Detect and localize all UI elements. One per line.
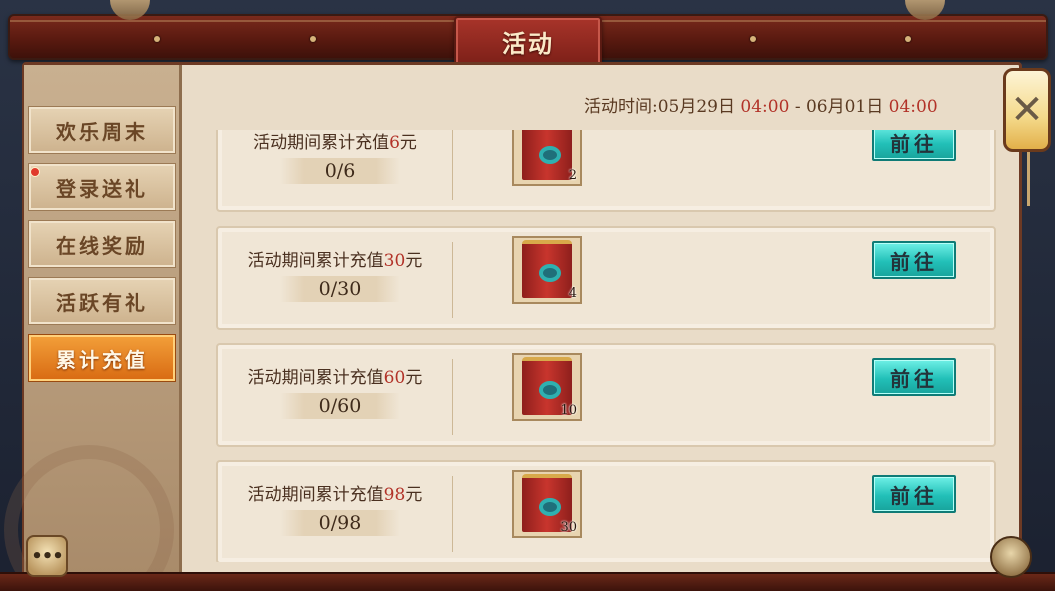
tab-happy-weekend[interactable]: 欢乐周末: [28, 106, 176, 154]
go-button[interactable]: 前往: [872, 130, 956, 161]
activity-end-date: 06月01日: [805, 97, 884, 117]
red-scroll-icon: [522, 130, 572, 180]
reward-row: 活动期间累计充值30元 0/30 4 前往: [216, 226, 996, 330]
seal-icon: [539, 146, 561, 164]
reward-requirement: 活动期间累计充值6元: [218, 130, 452, 153]
requirement-amount: 30: [383, 251, 406, 271]
tab-label: 在线奖励: [56, 233, 148, 258]
tab-label: 欢乐周末: [56, 119, 148, 144]
go-button-label: 前往: [890, 366, 938, 391]
item-count: 10: [560, 403, 577, 418]
activity-time: 活动时间:05月29日 04:00 - 06月01日 04:00: [584, 92, 938, 118]
go-button-label: 前往: [890, 249, 938, 274]
activity-start-time: 04:00: [740, 97, 790, 117]
reward-progress: 0/98: [280, 510, 400, 536]
title-plaque: 活动: [454, 16, 602, 66]
divider: [452, 359, 453, 435]
requirement-amount: 98: [383, 485, 406, 505]
lantern-tassel: [1027, 152, 1030, 206]
requirement-text: 活动期间累计充值: [247, 251, 384, 271]
requirement-unit: 元: [405, 485, 423, 505]
requirement-text: 活动期间累计充值: [253, 133, 390, 153]
seal-icon: [539, 498, 561, 516]
red-scroll-icon: [522, 240, 572, 298]
activity-start-date: 05月29日: [657, 97, 735, 117]
reward-requirement: 活动期间累计充值60元: [218, 363, 452, 388]
tab-label: 活跃有礼: [56, 290, 148, 315]
item-count: 30: [560, 520, 577, 535]
frame-stud: [154, 36, 160, 42]
reward-progress: 0/6: [280, 158, 400, 184]
notification-badge: [30, 167, 40, 177]
tab-cumulative-recharge[interactable]: 累计充值: [28, 334, 176, 382]
go-button-label: 前往: [890, 131, 938, 156]
tab-active-gift[interactable]: 活跃有礼: [28, 277, 176, 325]
tab-label: 累计充值: [56, 347, 148, 372]
reward-row: 活动期间累计充值98元 0/98 30 前往: [216, 460, 996, 562]
chat-icon: •••: [31, 545, 64, 567]
close-button[interactable]: ✕: [1003, 68, 1051, 152]
reward-requirement: 活动期间累计充值30元: [218, 246, 452, 271]
requirement-unit: 元: [405, 368, 423, 388]
go-button[interactable]: 前往: [872, 241, 956, 279]
chat-button[interactable]: •••: [26, 535, 68, 577]
reward-item[interactable]: 10: [512, 353, 582, 421]
seal-icon: [539, 264, 561, 282]
reward-row: 活动期间累计充值60元 0/60 10 前往: [216, 343, 996, 447]
requirement-unit: 元: [405, 251, 423, 271]
activity-time-separator: -: [794, 97, 801, 117]
requirement-text: 活动期间累计充值: [247, 368, 384, 388]
item-count: 4: [568, 286, 577, 301]
frame-stud: [905, 36, 911, 42]
item-count: 2: [568, 168, 577, 183]
reward-item[interactable]: 4: [512, 236, 582, 304]
requirement-text: 活动期间累计充值: [247, 485, 384, 505]
go-button-label: 前往: [890, 483, 938, 508]
divider: [452, 130, 453, 200]
reward-item[interactable]: 2: [512, 130, 582, 186]
reward-row: 活动期间累计充值6元 0/6 2 前往: [216, 130, 996, 212]
activity-time-prefix: 活动时间:: [584, 97, 658, 117]
frame-stud: [750, 36, 756, 42]
tab-login-gift[interactable]: 登录送礼: [28, 163, 176, 211]
reward-requirement: 活动期间累计充值98元: [218, 480, 452, 505]
requirement-unit: 元: [399, 133, 417, 153]
reward-progress: 0/60: [280, 393, 400, 419]
seal-icon: [539, 381, 561, 399]
go-button[interactable]: 前往: [872, 475, 956, 513]
frame-stud: [310, 36, 316, 42]
tab-label: 登录送礼: [56, 176, 148, 201]
requirement-amount: 60: [383, 368, 406, 388]
page-title: 活动: [502, 28, 554, 58]
reward-list[interactable]: 活动期间累计充值6元 0/6 2 前往 活动期间累计充值30元 0/30 4 前…: [206, 130, 1006, 562]
skill-icon[interactable]: [990, 536, 1032, 578]
divider: [452, 242, 453, 318]
requirement-amount: 6: [389, 133, 400, 153]
tab-online-reward[interactable]: 在线奖励: [28, 220, 176, 268]
bottom-frame: [0, 572, 1055, 591]
divider: [452, 476, 453, 552]
reward-item[interactable]: 30: [512, 470, 582, 538]
activity-end-time: 04:00: [888, 97, 938, 117]
close-icon: ✕: [1010, 87, 1044, 133]
go-button[interactable]: 前往: [872, 358, 956, 396]
reward-progress: 0/30: [280, 276, 400, 302]
